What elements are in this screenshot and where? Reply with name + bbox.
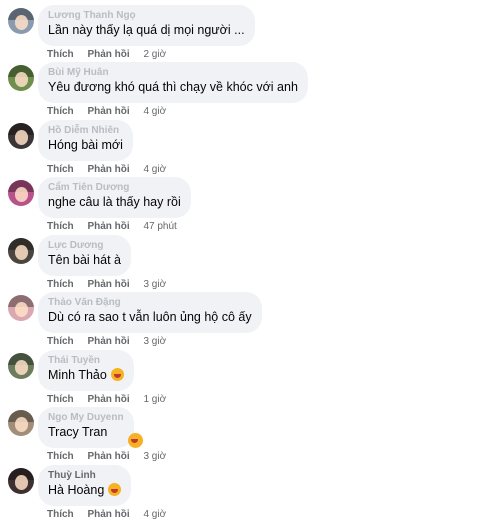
- comment-timestamp[interactable]: 3 giờ: [143, 279, 166, 290]
- comment-author[interactable]: Thuỳ Linh: [48, 470, 121, 482]
- comment-item: Hồ Diễm Nhiên Hóng bài mới Thích Phản hồ…: [0, 120, 500, 177]
- avatar[interactable]: [8, 180, 34, 206]
- comment-actions: Thích Phản hồi 4 giờ: [47, 164, 166, 176]
- comment-author[interactable]: Ngo My Duyenn: [48, 412, 124, 424]
- avatar[interactable]: [8, 65, 34, 91]
- reply-button[interactable]: Phản hồi: [87, 336, 129, 347]
- comment-bubble: Thái Tuyền Minh Thảo: [38, 350, 134, 391]
- mentioned-user[interactable]: Minh Thảo: [48, 368, 107, 382]
- comment-author[interactable]: Hồ Diễm Nhiên: [48, 125, 123, 137]
- comment-item: Thuỳ Linh Hà Hoàng Thích Phản hồi 4 giờ: [0, 465, 500, 522]
- comment-text: Yêu đương khó quá thì chạy về khóc với a…: [48, 80, 298, 94]
- avatar[interactable]: [8, 295, 34, 321]
- comment-timestamp[interactable]: 47 phút: [143, 221, 176, 232]
- comment-author[interactable]: Thảo Văn Đặng: [48, 297, 252, 309]
- comment-bubble: Cẩm Tiên Dương nghe câu là thấy hay rồi: [38, 177, 191, 218]
- comment-bubble: Thuỳ Linh Hà Hoàng: [38, 465, 132, 506]
- laughing-emoji-icon: [128, 433, 143, 448]
- comment-text-line: Hà Hoàng: [48, 482, 122, 499]
- like-button[interactable]: Thích: [47, 394, 74, 405]
- comment-actions: Thích Phản hồi 4 giờ: [47, 509, 166, 521]
- like-button[interactable]: Thích: [47, 279, 74, 290]
- comment-list: Lương Thanh Ngọ Lần này thấy lạ quá dị m…: [0, 0, 500, 521]
- comment-timestamp[interactable]: 3 giờ: [143, 451, 166, 462]
- comment-actions: Thích Phản hồi 47 phút: [47, 221, 177, 233]
- comment-text: nghe câu là thấy hay rồi: [48, 195, 181, 209]
- comment-author[interactable]: Lương Thanh Ngọ: [48, 10, 245, 22]
- comment-timestamp[interactable]: 1 giờ: [143, 394, 166, 405]
- comment-text: Tên bài hát à: [48, 253, 121, 267]
- comment-item: Thảo Văn Đặng Dù có ra sao t vẫn luôn ủn…: [0, 292, 500, 349]
- comment-text: Hóng bài mới: [48, 138, 123, 152]
- reply-button[interactable]: Phản hồi: [87, 451, 129, 462]
- comment-bubble: Ngo My Duyenn Tracy Tran: [38, 407, 134, 448]
- comment-text: Dù có ra sao t vẫn luôn ủng hộ cô ấy: [48, 310, 252, 324]
- comment-item: Ngo My Duyenn Tracy Tran Thích Phản hồi …: [0, 407, 500, 464]
- comment-actions: Thích Phản hồi 3 giờ: [47, 451, 166, 463]
- comment-actions: Thích Phản hồi 4 giờ: [47, 106, 166, 118]
- reply-button[interactable]: Phản hồi: [87, 49, 129, 60]
- avatar[interactable]: [8, 410, 34, 436]
- mentioned-user[interactable]: Tracy Tran: [48, 424, 124, 441]
- like-button[interactable]: Thích: [47, 221, 74, 232]
- comment-bubble: Bùi Mỹ Huân Yêu đương khó quá thì chạy v…: [38, 62, 308, 103]
- comment-timestamp[interactable]: 4 giờ: [143, 509, 166, 520]
- reply-button[interactable]: Phản hồi: [87, 279, 129, 290]
- avatar[interactable]: [8, 8, 34, 34]
- comment-item: Lương Thanh Ngọ Lần này thấy lạ quá dị m…: [0, 5, 500, 62]
- like-button[interactable]: Thích: [47, 106, 74, 117]
- avatar[interactable]: [8, 123, 34, 149]
- comment-timestamp[interactable]: 4 giờ: [143, 106, 166, 117]
- comment-text-line: Minh Thảo: [48, 367, 124, 384]
- like-button[interactable]: Thích: [47, 509, 74, 520]
- comment-bubble: Lực Dương Tên bài hát à: [38, 235, 131, 276]
- comment-author[interactable]: Bùi Mỹ Huân: [48, 67, 298, 79]
- reply-button[interactable]: Phản hồi: [87, 164, 129, 175]
- comment-item: Lực Dương Tên bài hát à Thích Phản hồi 3…: [0, 235, 500, 292]
- mentioned-user[interactable]: Hà Hoàng: [48, 483, 104, 497]
- comment-bubble: Lương Thanh Ngọ Lần này thấy lạ quá dị m…: [38, 5, 255, 46]
- comment-timestamp[interactable]: 3 giờ: [143, 336, 166, 347]
- like-button[interactable]: Thích: [47, 164, 74, 175]
- avatar[interactable]: [8, 238, 34, 264]
- comment-item: Cẩm Tiên Dương nghe câu là thấy hay rồi …: [0, 177, 500, 234]
- comment-item: Bùi Mỹ Huân Yêu đương khó quá thì chạy v…: [0, 62, 500, 119]
- comment-actions: Thích Phản hồi 2 giờ: [47, 49, 166, 61]
- laughing-emoji-icon: [108, 483, 122, 496]
- avatar[interactable]: [8, 353, 34, 379]
- reply-button[interactable]: Phản hồi: [87, 394, 129, 405]
- comment-actions: Thích Phản hồi 1 giờ: [47, 394, 166, 406]
- laughing-emoji-icon: [110, 368, 124, 381]
- like-button[interactable]: Thích: [47, 336, 74, 347]
- comment-bubble: Hồ Diễm Nhiên Hóng bài mới: [38, 120, 133, 161]
- comment-timestamp[interactable]: 2 giờ: [143, 49, 166, 60]
- comment-item: Thái Tuyền Minh Thảo Thích Phản hồi 1 gi…: [0, 350, 500, 407]
- like-button[interactable]: Thích: [47, 49, 74, 60]
- reply-button[interactable]: Phản hồi: [87, 509, 129, 520]
- comment-timestamp[interactable]: 4 giờ: [143, 164, 166, 175]
- comment-text: Lần này thấy lạ quá dị mọi người ...: [48, 23, 245, 37]
- like-button[interactable]: Thích: [47, 451, 74, 462]
- avatar[interactable]: [8, 468, 34, 494]
- reply-button[interactable]: Phản hồi: [87, 221, 129, 232]
- comment-author[interactable]: Cẩm Tiên Dương: [48, 182, 181, 194]
- reply-button[interactable]: Phản hồi: [87, 106, 129, 117]
- comment-actions: Thích Phản hồi 3 giờ: [47, 279, 166, 291]
- comment-author[interactable]: Thái Tuyền: [48, 355, 124, 367]
- comment-bubble: Thảo Văn Đặng Dù có ra sao t vẫn luôn ủn…: [38, 292, 262, 333]
- comment-author[interactable]: Lực Dương: [48, 240, 121, 252]
- comment-actions: Thích Phản hồi 3 giờ: [47, 336, 166, 348]
